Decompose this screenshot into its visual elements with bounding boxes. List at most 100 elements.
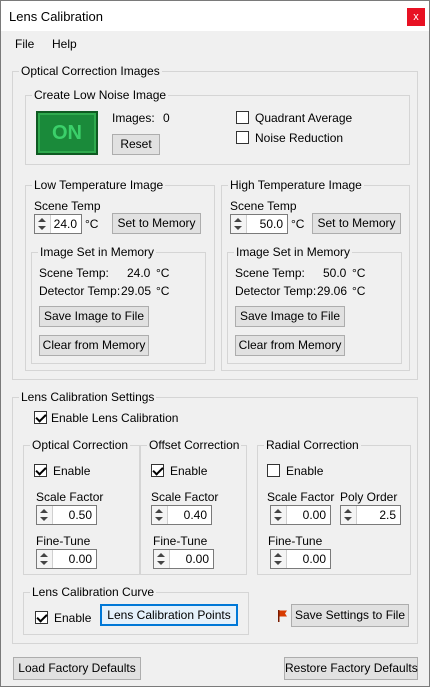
offset-fine-tune-spinner[interactable]: 0.00: [153, 549, 214, 569]
lens-calibration-curve-legend: Lens Calibration Curve: [30, 585, 157, 599]
optical-enable-label: Enable: [53, 464, 91, 478]
spin-down-icon[interactable]: [274, 517, 282, 521]
optical-correction-images-legend: Optical Correction Images: [19, 64, 162, 78]
low-memory-group: Image Set in Memory Scene Temp: 24.0 °C …: [31, 245, 206, 364]
optical-correction-images-group: Optical Correction Images Create Low Noi…: [12, 64, 418, 380]
high-scene-temp-unit: °C: [291, 217, 305, 231]
lens-calibration-settings-group: Lens Calibration Settings Enable Lens Ca…: [12, 390, 418, 644]
spin-down-icon[interactable]: [344, 517, 352, 521]
low-set-to-memory-button[interactable]: Set to Memory: [112, 213, 201, 234]
spin-up-icon[interactable]: [40, 509, 48, 513]
save-settings-button[interactable]: Save Settings to File: [291, 604, 409, 627]
spin-down-icon[interactable]: [234, 226, 242, 230]
low-scene-temp-label: Scene Temp: [34, 199, 101, 213]
reset-button[interactable]: Reset: [112, 134, 160, 155]
spin-up-icon[interactable]: [40, 553, 48, 557]
low-clear-memory-button[interactable]: Clear from Memory: [39, 335, 149, 356]
spinner-arrows[interactable]: [37, 550, 53, 568]
spinner-arrows[interactable]: [271, 506, 287, 524]
optical-enable-checkbox[interactable]: [34, 464, 47, 477]
low-temperature-group: Low Temperature Image Scene Temp 24.0 °C…: [25, 178, 215, 371]
spin-up-icon[interactable]: [157, 553, 165, 557]
curve-enable-label: Enable: [54, 611, 92, 625]
radial-poly-order-value: 2.5: [379, 508, 396, 522]
radial-enable-checkbox[interactable]: [267, 464, 280, 477]
high-scene-temp-value: 50.0: [259, 217, 283, 231]
spinner-arrows[interactable]: [152, 506, 168, 524]
low-noise-group: Create Low Noise Image ON Images: 0 Rese…: [25, 88, 410, 165]
menu-bar: File Help: [1, 31, 429, 57]
optical-scale-factor-spinner[interactable]: 0.50: [36, 505, 97, 525]
high-save-image-button[interactable]: Save Image to File: [235, 306, 345, 327]
radial-poly-order-spinner[interactable]: 2.5: [340, 505, 401, 525]
offset-fine-tune-value: 0.00: [185, 552, 209, 566]
spin-up-icon[interactable]: [155, 509, 163, 513]
spinner-arrows[interactable]: [341, 506, 357, 524]
radial-scale-factor-value: 0.00: [302, 508, 326, 522]
offset-scale-factor-spinner[interactable]: 0.40: [151, 505, 212, 525]
high-mem-scene-temp-value: 50.0: [323, 266, 347, 280]
optical-fine-tune-label: Fine-Tune: [36, 534, 91, 548]
high-temperature-group: High Temperature Image Scene Temp 50.0 °…: [221, 178, 410, 371]
low-mem-scene-temp-label: Scene Temp:: [39, 266, 109, 280]
low-noise-legend: Create Low Noise Image: [32, 88, 169, 102]
optical-correction-legend: Optical Correction: [30, 438, 131, 452]
high-set-to-memory-button[interactable]: Set to Memory: [312, 213, 401, 234]
spin-down-icon[interactable]: [274, 561, 282, 565]
spin-down-icon[interactable]: [157, 561, 165, 565]
optical-fine-tune-spinner[interactable]: 0.00: [36, 549, 97, 569]
spinner-arrows[interactable]: [37, 506, 53, 524]
low-mem-scene-temp-unit: °C: [156, 266, 170, 280]
high-mem-scene-temp-label: Scene Temp:: [235, 266, 305, 280]
radial-fine-tune-spinner[interactable]: 0.00: [270, 549, 331, 569]
spinner-arrows[interactable]: [231, 215, 247, 233]
noise-reduction-checkbox[interactable]: [236, 131, 249, 144]
spinner-arrows[interactable]: [271, 550, 287, 568]
spin-down-icon[interactable]: [38, 226, 46, 230]
spin-down-icon[interactable]: [40, 561, 48, 565]
offset-correction-group: Offset Correction Enable Scale Factor 0.…: [140, 438, 247, 575]
high-memory-group: Image Set in Memory Scene Temp: 50.0 °C …: [227, 245, 402, 364]
spin-down-icon[interactable]: [155, 517, 163, 521]
load-factory-defaults-button[interactable]: Load Factory Defaults: [13, 657, 141, 680]
flag-icon: [278, 610, 287, 622]
radial-fine-tune-label: Fine-Tune: [268, 534, 323, 548]
spin-up-icon[interactable]: [274, 509, 282, 513]
low-save-image-button[interactable]: Save Image to File: [39, 306, 149, 327]
lens-calibration-settings-legend: Lens Calibration Settings: [19, 390, 157, 404]
low-scene-temp-spinner[interactable]: 24.0: [34, 214, 82, 234]
spin-up-icon[interactable]: [234, 218, 242, 222]
close-button[interactable]: x: [407, 8, 425, 26]
lens-calibration-points-button[interactable]: Lens Calibration Points: [100, 604, 238, 626]
curve-enable-checkbox[interactable]: [35, 611, 48, 624]
offset-scale-factor-value: 0.40: [183, 508, 207, 522]
noise-reduction-label: Noise Reduction: [255, 131, 344, 145]
lens-calibration-curve-group: Lens Calibration Curve Enable Lens Calib…: [23, 585, 249, 635]
menu-file[interactable]: File: [15, 37, 34, 51]
enable-lens-calibration-checkbox[interactable]: [34, 411, 47, 424]
spin-up-icon[interactable]: [38, 218, 46, 222]
offset-scale-factor-label: Scale Factor: [151, 490, 219, 504]
low-mem-detector-temp-value: 29.05: [121, 284, 152, 298]
offset-fine-tune-label: Fine-Tune: [153, 534, 208, 548]
spin-up-icon[interactable]: [344, 509, 352, 513]
optical-correction-group: Optical Correction Enable Scale Factor 0…: [23, 438, 140, 575]
spin-up-icon[interactable]: [274, 553, 282, 557]
menu-help[interactable]: Help: [52, 37, 77, 51]
optical-fine-tune-value: 0.00: [68, 552, 92, 566]
restore-factory-defaults-button[interactable]: Restore Factory Defaults: [284, 657, 418, 680]
offset-enable-checkbox[interactable]: [151, 464, 164, 477]
spinner-arrows[interactable]: [35, 215, 51, 233]
images-count: 0: [163, 111, 170, 125]
quadrant-average-checkbox[interactable]: [236, 111, 249, 124]
high-clear-memory-button[interactable]: Clear from Memory: [235, 335, 345, 356]
radial-scale-factor-label: Scale Factor: [267, 490, 335, 504]
quadrant-average-label: Quadrant Average: [255, 111, 353, 125]
high-mem-detector-temp-label: Detector Temp:: [235, 284, 317, 298]
enable-lens-calibration-label: Enable Lens Calibration: [51, 411, 179, 425]
spin-down-icon[interactable]: [40, 517, 48, 521]
high-scene-temp-spinner[interactable]: 50.0: [230, 214, 288, 234]
spinner-arrows[interactable]: [154, 550, 170, 568]
radial-scale-factor-spinner[interactable]: 0.00: [270, 505, 331, 525]
low-scene-temp-value: 24.0: [53, 217, 77, 231]
